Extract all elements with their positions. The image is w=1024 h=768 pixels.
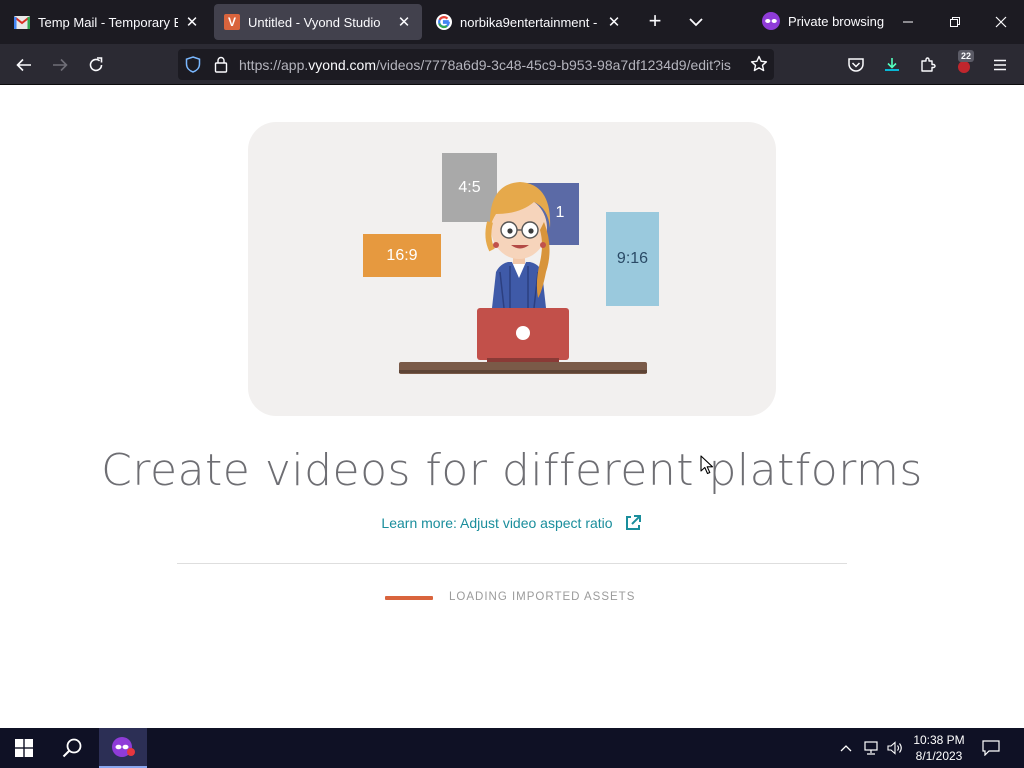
private-mask-icon: [762, 12, 780, 30]
hamburger-menu-icon: [994, 59, 1006, 71]
back-arrow-icon: [16, 58, 31, 72]
pocket-button[interactable]: [843, 52, 869, 78]
app-menu-button[interactable]: [987, 52, 1013, 78]
chevron-up-icon: [840, 745, 852, 752]
volume-button[interactable]: [884, 728, 906, 768]
action-center-button[interactable]: [980, 728, 1002, 768]
loading-status-text: LOADING IMPORTED ASSETS: [449, 591, 636, 603]
external-link-icon: [625, 515, 641, 530]
bookmark-star-icon[interactable]: [750, 55, 768, 73]
clock-date: 8/1/2023: [915, 749, 963, 763]
private-browsing-indicator: Private browsing: [762, 12, 884, 30]
taskbar-firefox-private[interactable]: [99, 728, 147, 768]
search-button[interactable]: [48, 728, 96, 768]
loading-progress-bar: [385, 596, 433, 600]
tab-title: Temp Mail - Temporary Email: [38, 14, 178, 30]
reload-icon: [89, 57, 103, 72]
chevron-down-icon: [689, 18, 703, 27]
ratio-card-16-9: 16:9: [386, 246, 418, 264]
tab-vyond-studio[interactable]: V Untitled - Vyond Studio ✕: [214, 4, 422, 40]
start-button[interactable]: [0, 728, 48, 768]
presenter-character-illustration: [363, 153, 659, 374]
windows-logo-icon: [15, 739, 33, 757]
close-window-button[interactable]: [986, 8, 1016, 36]
page-headline: Create videos for different platforms: [101, 445, 923, 496]
private-browsing-label: Private browsing: [788, 13, 885, 29]
downloads-button[interactable]: [879, 52, 905, 78]
windows-taskbar: 10:38 PM 8/1/2023: [0, 728, 1024, 768]
aspect-ratio-illustration: 16:9 4:5 1 9:16: [248, 122, 776, 416]
extensions-button[interactable]: [915, 52, 941, 78]
learn-more-label: Learn more: Adjust video aspect ratio: [381, 515, 613, 531]
restore-icon: [950, 17, 960, 27]
extension-count-badge: 22: [958, 50, 975, 62]
ratio-card-9-16: 9:16: [616, 250, 649, 267]
google-icon: [436, 14, 452, 30]
network-icon: [864, 741, 878, 755]
url-text[interactable]: https://app.vyond.com/videos/7778a6d9-3c…: [239, 57, 743, 73]
url-path: /videos/7778a6d9-3c48-45c9-b953-98a7df12…: [375, 57, 731, 73]
taskbar-clock[interactable]: 10:38 PM 8/1/2023: [904, 732, 974, 764]
tab-temp-mail[interactable]: Temp Mail - Temporary Email ✕: [4, 4, 210, 40]
restore-button[interactable]: [940, 8, 970, 36]
speaker-icon: [887, 741, 902, 755]
close-tab-icon[interactable]: ✕: [606, 13, 622, 31]
notification-icon: [982, 740, 1000, 756]
forward-button[interactable]: [47, 52, 73, 78]
firefox-private-icon: [112, 737, 135, 757]
vyond-icon: V: [224, 14, 240, 30]
minimize-button[interactable]: [893, 8, 923, 36]
tab-strip: Temp Mail - Temporary Email ✕ V Untitled…: [0, 0, 1024, 44]
tab-title: norbika9entertainment - Goo: [460, 14, 600, 30]
mouse-cursor-icon: [700, 455, 714, 475]
show-hidden-icons-button[interactable]: [836, 728, 856, 768]
clock-time: 10:38 PM: [913, 733, 965, 747]
pocket-icon: [848, 58, 864, 72]
url-domain: vyond.com: [308, 57, 376, 73]
tracking-protection-shield-icon[interactable]: [185, 56, 201, 73]
close-tab-icon[interactable]: ✕: [184, 13, 200, 31]
search-icon: [62, 738, 82, 758]
tab-google[interactable]: norbika9entertainment - Goo ✕: [426, 4, 632, 40]
download-icon: [885, 58, 899, 71]
ratio-card-1-1: 1: [555, 204, 565, 221]
puzzle-piece-icon: [921, 57, 936, 72]
back-button[interactable]: [11, 52, 37, 78]
ratio-card-4-5: 4:5: [458, 178, 481, 196]
gmail-icon: [14, 14, 30, 30]
list-all-tabs-button[interactable]: [684, 12, 708, 32]
network-button[interactable]: [860, 728, 882, 768]
forward-arrow-icon: [53, 58, 68, 72]
navigation-toolbar: https://app.vyond.com/videos/7778a6d9-3c…: [0, 44, 1024, 85]
new-tab-button[interactable]: +: [643, 10, 667, 34]
url-prefix: https://app.: [239, 57, 309, 73]
learn-more-link[interactable]: Learn more: Adjust video aspect ratio: [0, 513, 1024, 533]
close-tab-icon[interactable]: ✕: [396, 13, 412, 31]
section-divider: [177, 563, 847, 564]
address-bar[interactable]: https://app.vyond.com/videos/7778a6d9-3c…: [178, 49, 774, 80]
close-icon: [995, 16, 1007, 28]
reload-button[interactable]: [83, 52, 109, 78]
lock-icon[interactable]: [214, 56, 228, 73]
tab-title: Untitled - Vyond Studio: [248, 14, 381, 30]
vyond-loading-page: 16:9 4:5 1 9:16 Create videos for differ…: [0, 85, 1024, 728]
minimize-icon: [903, 21, 913, 23]
